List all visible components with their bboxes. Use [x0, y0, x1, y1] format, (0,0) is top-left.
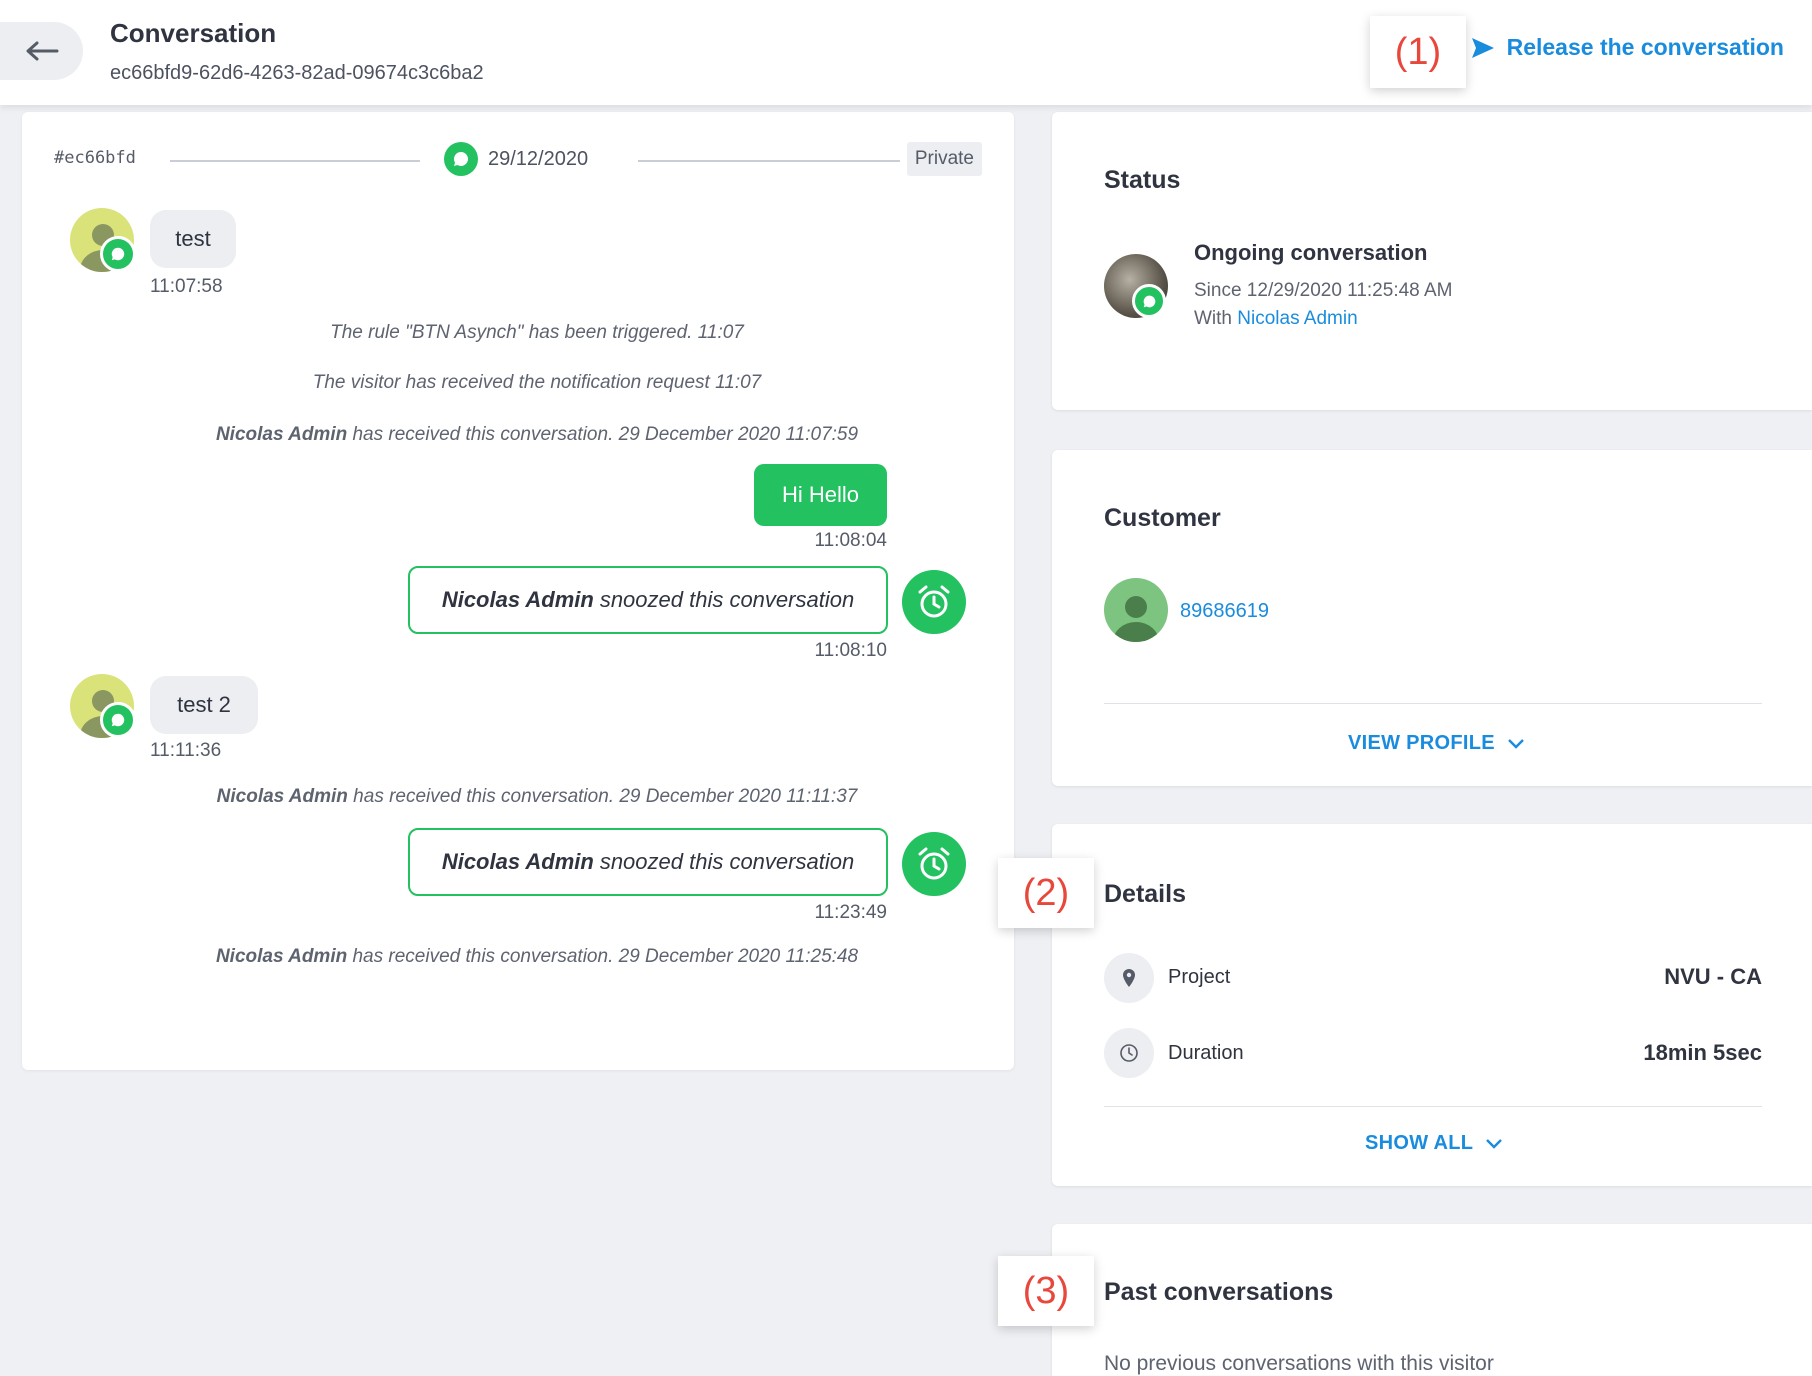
agent-message: Hi Hello: [754, 464, 887, 526]
event-actor: Nicolas Admin: [216, 786, 348, 807]
divider: [170, 160, 420, 162]
event-actor: Nicolas Admin: [215, 946, 348, 967]
system-event: The rule "BTN Asynch" has been triggered…: [330, 322, 744, 343]
chat-channel-icon: [444, 142, 478, 176]
agent-link[interactable]: Nicolas Admin: [1237, 308, 1357, 329]
customer-card: Customer 89686619 VIEW PROFILE: [1052, 450, 1812, 786]
release-conversation-button[interactable]: Release the conversation: [1471, 34, 1784, 61]
thread-date: 29/12/2020: [444, 142, 588, 176]
customer-id-link[interactable]: 89686619: [1180, 600, 1269, 623]
details-title: Details: [1104, 880, 1186, 908]
details-card: Details Project NVU - CA Duration 18min …: [1052, 824, 1812, 1186]
snooze-event: Nicolas Admin snoozed this conversation: [408, 566, 888, 634]
conversation-short-id: #ec66bfd: [54, 148, 136, 168]
message-time: 11:08:10: [814, 640, 887, 661]
message-time: 11:08:04: [814, 530, 887, 551]
project-label: Project: [1168, 966, 1231, 988]
event-text: has received this conversation. 29 Decem…: [347, 424, 859, 445]
duration-value: 18min 5sec: [1643, 1040, 1762, 1065]
visitor-message: test 2: [150, 676, 258, 734]
divider: [638, 160, 900, 162]
view-profile-label: VIEW PROFILE: [1348, 732, 1495, 754]
event-actor: Nicolas Admin: [441, 849, 594, 874]
chat-channel-icon: [1132, 284, 1166, 318]
status-with: With Nicolas Admin: [1194, 308, 1358, 330]
conversation-thread: #ec66bfd 29/12/2020 Private test 11:07:5…: [22, 112, 1014, 1070]
event-text: has received this conversation. 29 Decem…: [347, 946, 859, 967]
status-since: Since 12/29/2020 11:25:48 AM: [1194, 280, 1453, 301]
view-profile-button[interactable]: VIEW PROFILE: [1348, 732, 1525, 755]
chat-channel-icon: [100, 702, 136, 738]
page-title: Conversation: [110, 18, 277, 48]
chevron-down-icon: [1508, 738, 1524, 749]
show-all-button[interactable]: SHOW ALL: [1365, 1132, 1503, 1155]
status-title: Status: [1104, 166, 1181, 194]
callout-1: (1): [1370, 16, 1466, 88]
message-time: 11:07:58: [150, 276, 223, 297]
system-event: Nicolas Admin has received this conversa…: [22, 424, 1052, 446]
release-label: Release the conversation: [1506, 34, 1784, 60]
message-time: 11:23:49: [814, 902, 887, 923]
date-label: 29/12/2020: [488, 147, 589, 170]
duration-label: Duration: [1168, 1042, 1244, 1064]
chevron-down-icon: [1486, 1138, 1503, 1149]
divider: [1104, 703, 1762, 704]
location-pin-icon: [1104, 953, 1154, 1003]
customer-title: Customer: [1104, 504, 1221, 532]
send-icon: [1471, 37, 1494, 58]
snooze-event: Nicolas Admin snoozed this conversation: [408, 828, 888, 896]
message-time: 11:11:36: [150, 740, 222, 761]
system-event: Nicolas Admin has received this conversa…: [22, 786, 1052, 808]
alarm-clock-icon: [902, 570, 966, 634]
event-text: snoozed this conversation: [599, 587, 855, 612]
event-actor: Nicolas Admin: [215, 424, 348, 445]
thread-header: #ec66bfd 29/12/2020 Private: [54, 140, 982, 180]
past-conversations-empty: No previous conversations with this visi…: [1104, 1352, 1494, 1375]
arrow-left-icon: [26, 41, 58, 61]
with-prefix: With: [1194, 308, 1238, 329]
customer-avatar: [1104, 578, 1168, 642]
project-value: NVU - CA: [1664, 964, 1762, 989]
chat-channel-icon: [100, 236, 136, 272]
callout-3: (3): [998, 1256, 1094, 1326]
visibility-badge: Private: [906, 142, 982, 176]
past-conversations-card: Past conversations No previous conversat…: [1052, 1224, 1812, 1376]
clock-icon: [1104, 1028, 1154, 1078]
status-state: Ongoing conversation: [1194, 240, 1428, 265]
past-conversations-title: Past conversations: [1104, 1278, 1334, 1306]
callout-2: (2): [998, 858, 1094, 928]
event-text: snoozed this conversation: [599, 849, 855, 874]
event-text: has received this conversation. 29 Decem…: [347, 786, 858, 807]
system-event: The visitor has received the notificatio…: [312, 372, 762, 393]
visitor-message: test: [150, 210, 236, 268]
back-button[interactable]: [0, 22, 83, 80]
top-bar: Conversation ec66bfd9-62d6-4263-82ad-096…: [0, 0, 1812, 105]
divider: [1104, 1106, 1762, 1107]
show-all-label: SHOW ALL: [1365, 1132, 1474, 1154]
system-event: Nicolas Admin has received this conversa…: [22, 946, 1052, 968]
alarm-clock-icon: [902, 832, 966, 896]
event-actor: Nicolas Admin: [441, 587, 594, 612]
status-card: Status Ongoing conversation Since 12/29/…: [1052, 112, 1812, 410]
conversation-uuid: ec66bfd9-62d6-4263-82ad-09674c3c6ba2: [110, 62, 484, 84]
